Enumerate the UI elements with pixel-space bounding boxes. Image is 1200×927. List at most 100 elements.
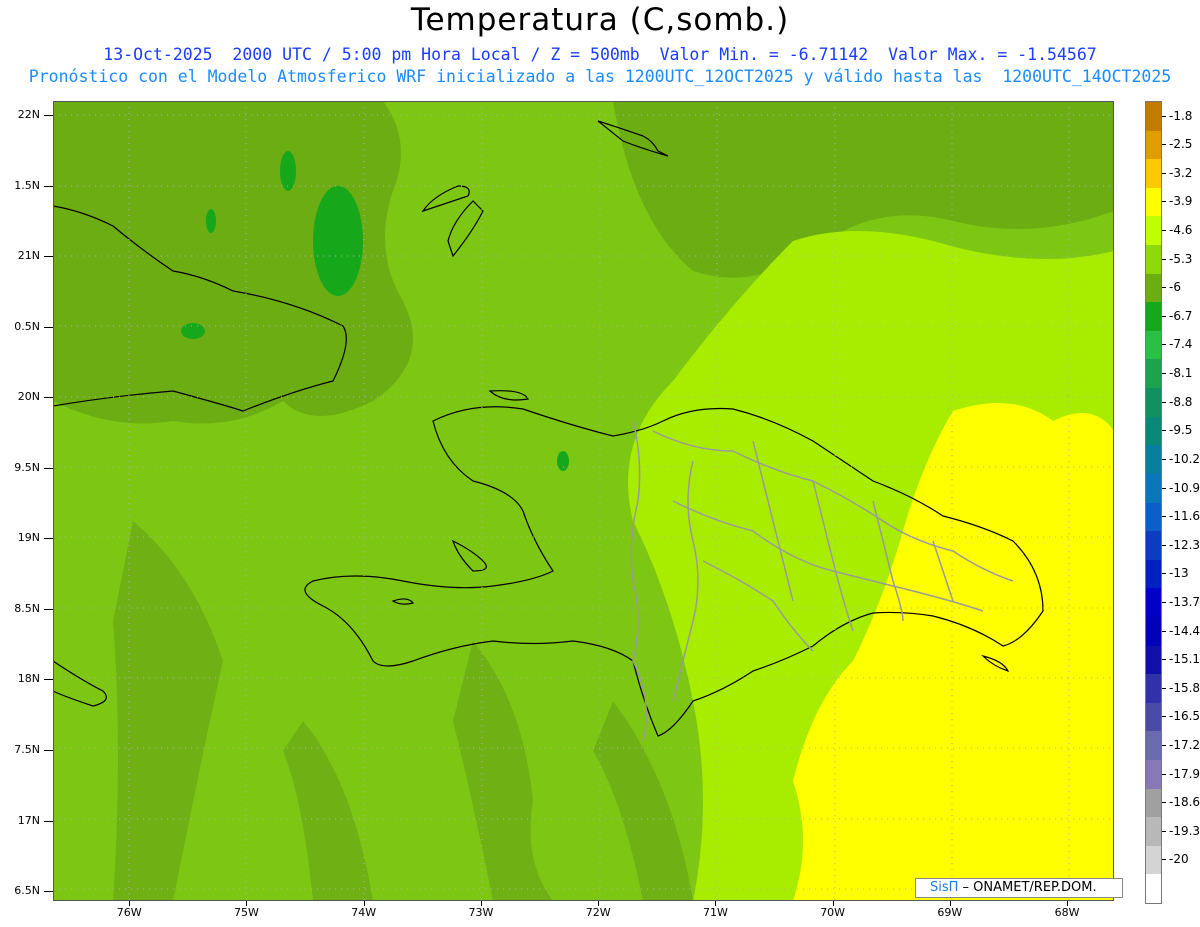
color-scale-tick	[1162, 258, 1166, 260]
color-scale-tick	[1162, 487, 1166, 489]
color-scale-cell	[1146, 588, 1161, 618]
lon-label: 76W	[116, 906, 142, 919]
color-scale-cell	[1146, 559, 1161, 589]
color-scale-bar	[1145, 101, 1162, 904]
lat-label: 22N	[17, 108, 40, 122]
lon-label: 71W	[702, 906, 728, 919]
lat-tick	[44, 820, 53, 822]
color-scale-cell	[1146, 102, 1161, 132]
lon-label: 74W	[351, 906, 377, 919]
lat-tick	[44, 679, 53, 681]
color-scale-label: -3.2	[1169, 165, 1193, 180]
lat-label: 6.5N	[14, 884, 40, 898]
color-scale-tick	[1162, 344, 1166, 346]
color-scale-cell	[1146, 416, 1161, 446]
color-scale-label: -5.3	[1169, 251, 1193, 266]
color-scale-tick	[1162, 144, 1166, 146]
lon-tick	[363, 901, 365, 906]
color-scale-label: -6	[1169, 280, 1181, 295]
color-scale-tick	[1162, 601, 1166, 603]
color-scale-cell	[1146, 702, 1161, 732]
lat-tick	[44, 891, 53, 893]
color-scale-tick	[1162, 373, 1166, 375]
color-scale-tick	[1162, 516, 1166, 518]
lat-tick	[44, 467, 53, 469]
lat-tick	[44, 750, 53, 752]
lon-label: 68W	[1054, 906, 1080, 919]
color-scale-tick	[1162, 630, 1166, 632]
temperature-map[interactable]	[53, 101, 1114, 901]
color-scale-label: -10.2	[1169, 451, 1200, 466]
color-scale-tick	[1162, 744, 1166, 746]
color-scale-label: -18.6	[1169, 795, 1200, 810]
color-scale-tick	[1162, 401, 1166, 403]
lat-label: 18N	[17, 672, 40, 686]
color-scale-tick	[1162, 201, 1166, 203]
color-scale-cell	[1146, 616, 1161, 647]
color-scale-tick	[1162, 659, 1166, 661]
color-scale-label: -15.8	[1169, 680, 1200, 695]
lat-label: 9.5N	[14, 460, 40, 474]
color-scale-label: -17.9	[1169, 766, 1200, 781]
color-scale-label: -6.7	[1169, 308, 1193, 323]
color-scale-cell	[1146, 445, 1161, 475]
color-scale-tick	[1162, 544, 1166, 546]
logo-org: – ONAMET/REP.DOM.	[958, 880, 1097, 895]
color-scale-tick	[1162, 458, 1166, 460]
map-title: Temperatura (C,somb.)	[410, 2, 790, 38]
model-run-subtitle: Pronóstico con el Modelo Atmosferico WRF…	[28, 67, 1172, 86]
color-scale-cell	[1146, 187, 1161, 217]
color-scale-cell	[1146, 330, 1161, 360]
color-scale-label: -13.7	[1169, 594, 1200, 609]
color-scale-label: -4.6	[1169, 223, 1193, 238]
lon-tick	[246, 901, 248, 906]
color-scale-tick	[1162, 287, 1166, 289]
onamet-logo: SisΠ – ONAMET/REP.DOM.	[915, 878, 1123, 898]
lon-tick	[129, 901, 131, 906]
lat-label: 0.5N	[14, 319, 40, 333]
color-scale-tick	[1162, 802, 1166, 804]
lat-tick	[44, 538, 53, 540]
color-scale-label: -3.9	[1169, 194, 1193, 209]
lon-tick	[715, 901, 717, 906]
color-scale-cell	[1146, 388, 1161, 418]
lon-tick	[832, 901, 834, 906]
lat-tick	[44, 326, 53, 328]
color-scale-cell	[1146, 788, 1161, 818]
color-scale-label: -11.6	[1169, 509, 1200, 524]
color-scale-tick	[1162, 716, 1166, 718]
color-scale-tick	[1162, 773, 1166, 775]
lon-label: 70W	[820, 906, 846, 919]
color-scale-cell	[1146, 645, 1161, 675]
color-scale-label: -17.2	[1169, 737, 1200, 752]
color-scale-cell	[1146, 359, 1161, 389]
lat-tick	[44, 608, 53, 610]
color-scale-cell	[1146, 502, 1161, 532]
lat-label: 17N	[17, 813, 40, 827]
color-scale-cell	[1146, 759, 1161, 790]
color-scale-label: -12.3	[1169, 537, 1200, 552]
lon-label: 73W	[468, 906, 494, 919]
lat-label: 19N	[17, 531, 40, 545]
color-scale-tick	[1162, 115, 1166, 117]
lat-tick	[44, 115, 53, 117]
color-scale-tick	[1162, 573, 1166, 575]
color-scale-cell	[1146, 845, 1161, 875]
color-scale-cell	[1146, 674, 1161, 704]
lat-label: 8.5N	[14, 601, 40, 615]
lat-label: 20N	[17, 390, 40, 404]
color-scale-tick	[1162, 172, 1166, 174]
color-scale-label: -13	[1169, 566, 1189, 581]
lat-tick	[44, 397, 53, 399]
lon-tick	[949, 901, 951, 906]
color-scale-tick	[1162, 315, 1166, 317]
color-scale-label: -20	[1169, 852, 1189, 867]
map-canvas	[53, 101, 1114, 901]
color-scale-label: -9.5	[1169, 423, 1193, 438]
color-scale-cell	[1146, 245, 1161, 275]
color-scale-label: -7.4	[1169, 337, 1193, 352]
color-scale-label: -10.9	[1169, 480, 1200, 495]
color-scale-tick	[1162, 687, 1166, 689]
color-scale-cell	[1146, 817, 1161, 847]
color-scale-cell	[1146, 473, 1161, 503]
